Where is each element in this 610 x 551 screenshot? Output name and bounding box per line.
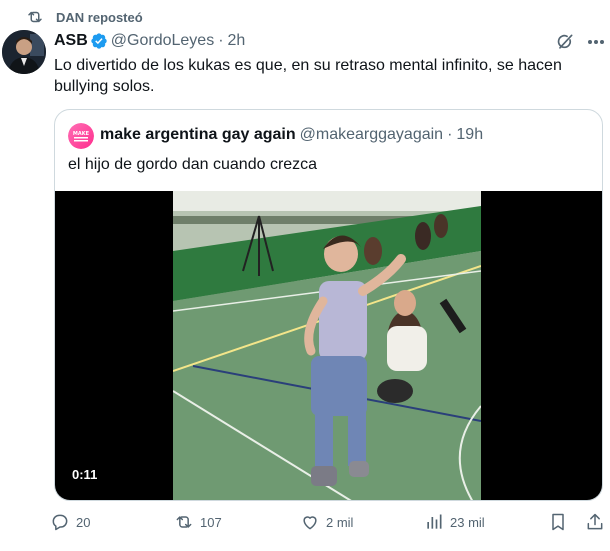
author-avatar[interactable] bbox=[2, 30, 46, 74]
more-options-icon[interactable] bbox=[587, 38, 605, 46]
separator-dot: · bbox=[447, 126, 453, 143]
share-icon bbox=[587, 513, 603, 530]
grok-icon[interactable] bbox=[555, 32, 575, 52]
post-header: ASB @GordoLeyes · 2h bbox=[54, 30, 245, 52]
post-text: Lo divertido de los kukas es que, en su … bbox=[54, 57, 562, 95]
views-icon bbox=[427, 514, 442, 529]
heart-icon bbox=[303, 516, 317, 530]
author-handle[interactable]: @GordoLeyes bbox=[111, 32, 214, 50]
repost-indicator[interactable]: DAN reposteó bbox=[26, 8, 143, 26]
reply-icon bbox=[52, 514, 68, 531]
quoted-author-name[interactable]: make argentina gay again bbox=[100, 126, 296, 144]
repost-count: 107 bbox=[200, 514, 222, 530]
repost-button[interactable]: 107 bbox=[174, 510, 222, 534]
video-frame bbox=[173, 191, 481, 500]
quoted-author-handle[interactable]: @makearggayagain bbox=[300, 126, 443, 144]
repost-icon bbox=[176, 516, 192, 528]
quoted-time[interactable]: 19h bbox=[456, 126, 483, 144]
avatar-image bbox=[2, 30, 46, 74]
quoted-header: make argentina gay again @makearggayagai… bbox=[100, 124, 483, 146]
repost-label: DAN reposteó bbox=[56, 9, 143, 25]
like-count: 2 mil bbox=[326, 514, 354, 530]
bookmark-icon bbox=[552, 513, 564, 531]
share-button[interactable] bbox=[585, 510, 610, 534]
quoted-post[interactable]: MAKE make argentina gay again @makeargga… bbox=[54, 109, 603, 501]
quoted-avatar-image: MAKE bbox=[68, 123, 94, 149]
view-count: 23 mil bbox=[450, 514, 485, 530]
quoted-text: el hijo de gordo dan cuando crezca bbox=[68, 156, 318, 173]
video-player[interactable]: 0:11 bbox=[55, 191, 602, 500]
bookmark-button[interactable] bbox=[548, 510, 574, 534]
reply-count: 20 bbox=[76, 514, 91, 530]
quoted-author-avatar[interactable]: MAKE bbox=[68, 123, 94, 149]
video-duration: 0:11 bbox=[67, 465, 103, 485]
views-button[interactable]: 23 mil bbox=[424, 510, 485, 534]
reply-button[interactable]: 20 bbox=[50, 510, 90, 534]
action-bar: 20 107 2 mil 23 mil bbox=[50, 510, 610, 534]
author-name[interactable]: ASB bbox=[54, 32, 88, 50]
repost-icon bbox=[28, 11, 42, 23]
like-button[interactable]: 2 mil bbox=[300, 510, 353, 534]
post-time[interactable]: 2h bbox=[228, 32, 246, 50]
verified-badge-icon[interactable] bbox=[90, 32, 108, 50]
separator-dot: · bbox=[218, 32, 224, 49]
quoted-avatar-label: MAKE bbox=[73, 131, 90, 137]
